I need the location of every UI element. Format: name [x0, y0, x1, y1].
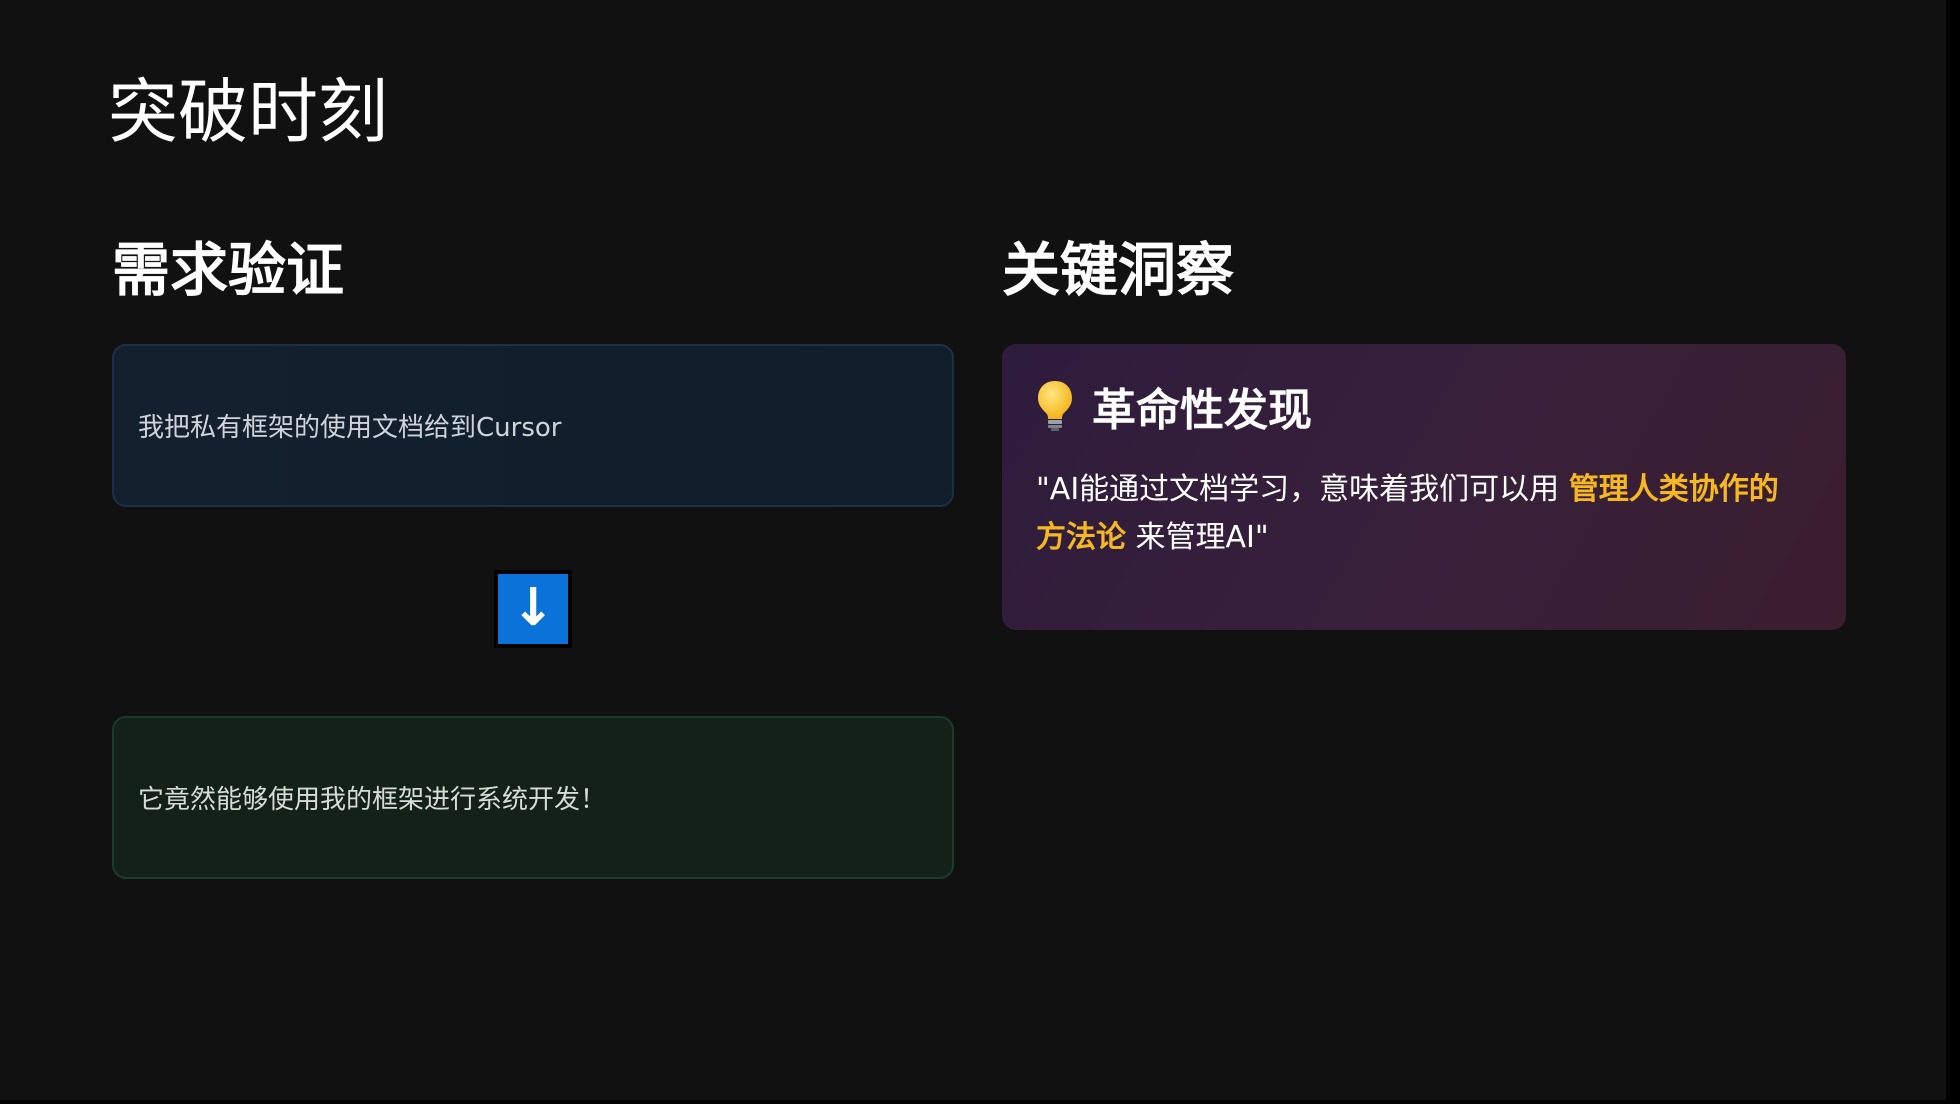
- result-card-text: 它竟然能够使用我的框架进行系统开发！: [138, 785, 607, 815]
- step-card: 我把私有框架的使用文档给到Cursor: [112, 344, 954, 507]
- page-title: 突破时刻: [108, 71, 388, 153]
- step-card-text: 我把私有框架的使用文档给到Cursor: [138, 413, 562, 443]
- result-card: 它竟然能够使用我的框架进行系统开发！: [112, 716, 954, 879]
- insight-card-title: 革命性发现: [1092, 385, 1312, 436]
- arrow-down-icon: ↓: [494, 570, 572, 648]
- insight-quote: "AI能通过文档学习，意味着我们可以用 管理人类协作的方法论 来管理AI": [1036, 466, 1806, 562]
- section-heading-insight: 关键洞察: [1002, 236, 1235, 304]
- slide: 突破时刻 需求验证 关键洞察 我把私有框架的使用文档给到Cursor ↓ 它竟然…: [0, 0, 1946, 1100]
- quote-text-after: 来管理AI": [1126, 520, 1269, 555]
- insight-card: 革命性发现 "AI能通过文档学习，意味着我们可以用 管理人类协作的方法论 来管理…: [1002, 344, 1846, 630]
- quote-text-before: "AI能通过文档学习，意味着我们可以用: [1036, 472, 1569, 507]
- lightbulb-icon: [1038, 381, 1072, 431]
- section-heading-requirement: 需求验证: [112, 236, 345, 304]
- insight-card-header: 革命性发现: [1036, 376, 1812, 436]
